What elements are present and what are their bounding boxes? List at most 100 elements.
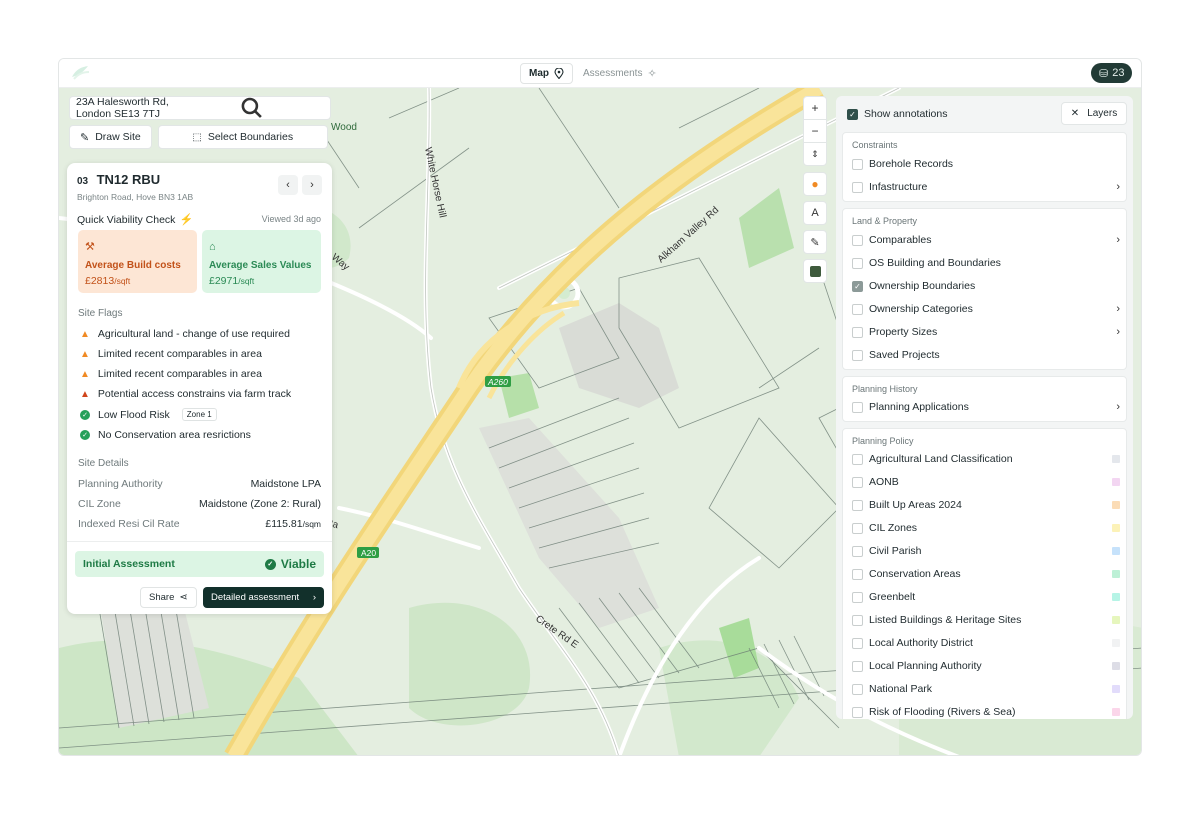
layer-item[interactable]: Borehole Records [852,158,1120,170]
annotate-button[interactable]: A [803,201,827,225]
flag-item: ✓ Low Flood Risk Zone 1 [80,408,217,421]
layer-item[interactable]: Saved Projects [852,349,1120,361]
color-swatch [1112,639,1120,647]
sales-value: £2971 [209,275,239,287]
checkbox[interactable] [852,614,863,626]
tab-map[interactable]: Map [520,63,573,84]
layer-item[interactable]: Greenbelt [852,591,1120,603]
layer-label: Agricultural Land Classification [869,453,1013,465]
group-title: Planning History [852,384,918,394]
checkbox[interactable] [852,591,863,603]
chevron-right-icon[interactable]: › [1116,401,1120,413]
layer-item[interactable]: OS Building and Boundaries [852,257,1120,269]
layer-item[interactable]: Comparables › [852,234,1120,246]
show-annotations-toggle[interactable]: ✓ Show annotations [847,108,947,120]
draw-site-label: Draw Site [95,131,141,143]
checkbox[interactable] [852,499,863,511]
checkbox[interactable]: ✓ [847,108,858,120]
zoom-out-button[interactable]: − [803,119,827,143]
draw-tool-button[interactable]: ✎ [803,230,827,254]
check-circle-icon: ✓ [264,558,276,570]
select-boundaries-button[interactable]: ⬚ Select Boundaries [157,125,328,149]
detailed-assessment-button[interactable]: Detailed assessment › [203,587,324,608]
site-flags-title: Site Flags [78,308,123,319]
checkbox[interactable] [852,349,863,361]
search-icon[interactable] [180,97,324,119]
app-window: Map Assessments ✧ ⛁ 23 Wood White Horse … [58,58,1142,756]
checkbox[interactable]: ✓ [852,280,863,292]
layer-item[interactable]: Infastructure › [852,181,1120,193]
layer-item[interactable]: Local Planning Authority [852,660,1120,672]
checkbox[interactable] [852,257,863,269]
site-card: 03 TN12 RBU Brighton Road, Hove BN3 1AB … [67,163,332,614]
layer-label: Borehole Records [869,158,954,170]
share-button[interactable]: Share ⋖ [140,587,197,608]
layer-item[interactable]: Ownership Categories › [852,303,1120,315]
layer-item[interactable]: National Park [852,683,1120,695]
checkbox[interactable] [852,545,863,557]
search-bar[interactable]: 23A Halesworth Rd, London SE13 7TJ [69,96,331,120]
layer-item[interactable]: Planning Applications › [852,401,1120,413]
credits-badge[interactable]: ⛁ 23 [1091,63,1133,83]
prev-site-button[interactable]: ‹ [278,175,298,195]
chevron-right-icon[interactable]: › [1116,234,1120,246]
layer-item[interactable]: ✓ Ownership Boundaries [852,280,1120,292]
tab-assessments-label: Assessments [583,68,643,79]
layer-item[interactable]: Built Up Areas 2024 [852,499,1120,511]
checkbox[interactable] [852,476,863,488]
checkbox[interactable] [852,660,863,672]
checkbox[interactable] [852,522,863,534]
layers-panel: ✓ Show annotations ✕ Layers Constraints … [836,96,1133,719]
credits-count: 23 [1112,67,1125,79]
build-cost-label: Average Build costs [85,260,181,271]
layer-group-constraints: Constraints Borehole Records Infastructu… [842,132,1127,202]
layer-item[interactable]: Agricultural Land Classification [852,453,1120,465]
draw-icon: ✎ [810,236,820,249]
reset-view-button[interactable]: ⇕ [803,142,827,166]
checkbox[interactable] [852,234,863,246]
map-label-a20: A20 [361,548,376,558]
checkbox[interactable] [852,683,863,695]
search-input[interactable]: 23A Halesworth Rd, London SE13 7TJ [76,96,180,120]
checkbox[interactable] [852,568,863,580]
site-address: Brighton Road, Hove BN3 1AB [77,192,194,202]
tab-assessments[interactable]: Assessments ✧ [583,63,657,84]
layer-item[interactable]: Conservation Areas [852,568,1120,580]
draw-site-button[interactable]: ✎ Draw Site [69,125,152,149]
detail-key: Indexed Resi Cil Rate [78,518,180,530]
coins-icon: ⛁ [1099,67,1109,80]
basemap-button[interactable] [803,259,827,283]
layer-item[interactable]: Risk of Flooding (Rivers & Sea) [852,706,1120,718]
chevron-right-icon[interactable]: › [1116,181,1120,193]
detail-unit: /sqm [302,519,321,529]
layer-item[interactable]: CIL Zones [852,522,1120,534]
checkbox[interactable] [852,453,863,465]
checkbox[interactable] [852,706,863,718]
group-title: Planning Policy [852,436,914,446]
checkbox[interactable] [852,637,863,649]
chevron-right-icon[interactable]: › [1116,303,1120,315]
layer-item[interactable]: Local Authority District [852,637,1120,649]
checkbox[interactable] [852,158,863,170]
share-label: Share [149,592,175,603]
street-view-button[interactable]: ● [803,172,827,196]
checkbox[interactable] [852,181,863,193]
checkbox[interactable] [852,401,863,413]
layer-label: Local Planning Authority [869,660,982,672]
layer-item[interactable]: Property Sizes › [852,326,1120,338]
sparkle-icon: ✧ [647,68,657,80]
layer-item[interactable]: Civil Parish [852,545,1120,557]
next-site-button[interactable]: › [302,175,322,195]
flag-text: Low Flood Risk [98,408,170,421]
compass-icon: ⇕ [811,148,819,159]
checkbox[interactable] [852,303,863,315]
chevron-right-icon[interactable]: › [1116,326,1120,338]
layers-close-button[interactable]: ✕ Layers [1061,102,1127,125]
zoom-in-button[interactable]: + [803,96,827,120]
checkbox[interactable] [852,326,863,338]
layer-item[interactable]: Listed Buildings & Heritage Sites [852,614,1120,626]
layer-item[interactable]: AONB [852,476,1120,488]
site-title: TN12 RBU [96,172,161,187]
flag-item: ▲ Potential access constrains via farm t… [80,388,291,400]
map-canvas[interactable]: Wood White Horse Hill Alkham Valley Rd W… [59,88,1141,755]
